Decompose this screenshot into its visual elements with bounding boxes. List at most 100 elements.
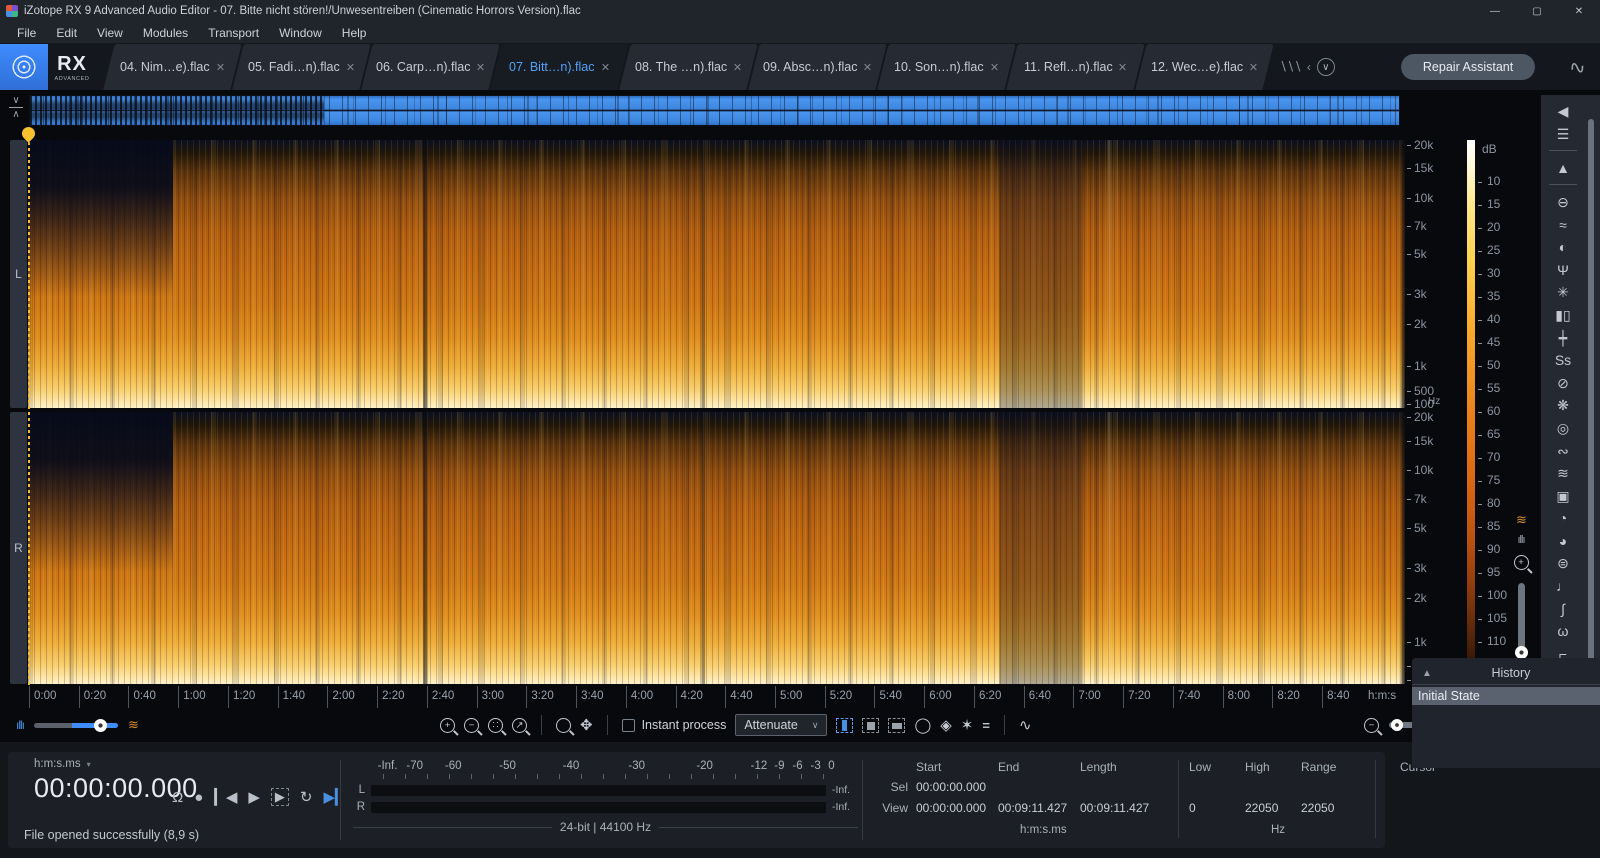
view-range-value[interactable]: 22050	[1301, 801, 1365, 822]
spectrogram-settings-icon[interactable]: ≋	[1516, 513, 1527, 526]
tab-scroll-left-icon[interactable]: ‹	[1307, 60, 1311, 74]
collapse-up-icon[interactable]: ∧	[12, 110, 19, 120]
menu-help[interactable]: Help	[333, 24, 376, 42]
repair-assistant-button[interactable]: Repair Assistant	[1400, 54, 1536, 80]
rx-monitor-icon[interactable]: ▲	[1556, 160, 1570, 176]
vertical-zoom-slider[interactable]	[1514, 583, 1528, 659]
left-channel-strip[interactable]: L	[10, 140, 27, 408]
hand-tool-icon[interactable]: ✥	[580, 716, 593, 734]
file-tab[interactable]: 05. Fadi…n).flac ✕	[232, 44, 371, 90]
fade-icon[interactable]: ∫	[1561, 601, 1565, 617]
file-tab[interactable]: 12. Wec…e).flac ✕	[1135, 44, 1274, 90]
de-crackle-icon[interactable]: ❋	[1557, 397, 1569, 413]
file-tab[interactable]: 08. The …n).flac ✕	[619, 44, 758, 90]
view-start-value[interactable]: 00:00:00.000	[916, 801, 998, 822]
monitor-icon[interactable]: Ω	[172, 789, 183, 806]
sel-start-value[interactable]: 00:00:00.000	[916, 780, 998, 801]
menu-view[interactable]: View	[88, 24, 132, 42]
tab-list-chevron-icon[interactable]: ∨	[1316, 58, 1335, 76]
history-collapse-icon[interactable]: ▲	[1422, 668, 1432, 679]
time-format-selector[interactable]: h:m:s.ms ▾	[34, 758, 198, 770]
horizontal-zoom-out-icon[interactable]: −	[1364, 717, 1379, 733]
dialogue-de-reverb-icon[interactable]: ◕	[1559, 533, 1567, 549]
zoom-in-icon[interactable]: +	[440, 717, 455, 733]
guitar-de-noise-icon[interactable]: ♩	[1556, 578, 1570, 594]
dialogue-contour-icon[interactable]: ◔	[1559, 510, 1567, 526]
lasso-selection-tool[interactable]: ◯	[914, 716, 931, 734]
sel-end-value[interactable]	[998, 780, 1080, 801]
breath-control-icon[interactable]: ∾	[1557, 443, 1569, 459]
waveform-view-icon[interactable]: ıllı	[1518, 534, 1526, 546]
de-rustle-icon[interactable]: ≈	[1559, 217, 1567, 233]
spectral-de-noise-icon[interactable]: ✳	[1557, 284, 1569, 300]
menu-file[interactable]: File	[8, 24, 45, 42]
module-list-icon[interactable]: ☰	[1557, 126, 1570, 142]
file-tab[interactable]: 06. Carp…n).flac ✕	[361, 44, 500, 90]
de-hum-icon[interactable]: ⊘	[1557, 375, 1569, 391]
minimize-button[interactable]: —	[1474, 0, 1516, 22]
tab-close-icon[interactable]: ✕	[990, 61, 999, 74]
waveform-overview[interactable]	[29, 95, 1400, 126]
collapse-panel-icon[interactable]: ◀	[1558, 103, 1569, 119]
tab-close-icon[interactable]: ✕	[1118, 61, 1127, 74]
time-ruler[interactable]: 0:00 0:20 0:40 1:00 1:20 1:40 2:00 2:20 …	[29, 686, 1400, 708]
file-tab[interactable]: 07. Bitt…n).flac ✕	[490, 44, 629, 90]
file-tab[interactable]: 10. Son…n).flac ✕	[877, 44, 1016, 90]
amplitude-colorbar[interactable]	[1467, 140, 1475, 686]
divider[interactable]	[1003, 715, 1005, 735]
collapse-down-icon[interactable]: ∨	[12, 96, 19, 106]
play-to-end-icon[interactable]: ▶▎	[323, 788, 346, 806]
divider[interactable]	[541, 715, 542, 735]
right-channel-strip[interactable]: R	[10, 412, 27, 684]
divider[interactable]	[1549, 184, 1577, 186]
waveform-spectrogram-blend-slider[interactable]	[34, 718, 118, 732]
zoom-fit-icon[interactable]: ↗	[512, 717, 527, 733]
file-tab[interactable]: 11. Refl…n).flac ✕	[1006, 44, 1145, 90]
voice-de-noise-icon[interactable]: Ψ	[1557, 262, 1569, 278]
view-low-value[interactable]: 0	[1189, 801, 1245, 822]
tab-close-icon[interactable]: ✕	[733, 61, 742, 74]
de-plosive-icon[interactable]: ⊖	[1557, 194, 1569, 210]
spectrogram-left-channel[interactable]	[28, 140, 1405, 408]
menu-modules[interactable]: Modules	[134, 24, 197, 42]
record-icon[interactable]: ●	[194, 789, 203, 806]
tab-close-icon[interactable]: ✕	[1249, 61, 1258, 74]
brush-selection-tool[interactable]: ◈	[940, 716, 952, 734]
signature-icon[interactable]: ∿	[1567, 53, 1589, 81]
tab-close-icon[interactable]: ✕	[346, 61, 355, 74]
play-icon[interactable]: ▶	[248, 788, 260, 806]
mouth-de-click-icon[interactable]: ω	[1558, 623, 1569, 639]
playhead-line[interactable]	[28, 130, 30, 686]
close-button[interactable]: ✕	[1558, 0, 1600, 22]
file-tab[interactable]: 04. Nim…e).flac ✕	[103, 44, 242, 90]
divider[interactable]	[1549, 150, 1577, 152]
divider[interactable]	[606, 715, 608, 735]
magic-wand-tool[interactable]: ✶	[961, 716, 974, 734]
tab-close-icon[interactable]: ✕	[863, 61, 872, 74]
spectrogram-right-channel[interactable]	[28, 412, 1405, 684]
history-item[interactable]: Initial State	[1412, 687, 1600, 705]
zoom-out-icon[interactable]: −	[464, 717, 479, 733]
tab-close-icon[interactable]: ✕	[476, 61, 485, 74]
find-similar-tool[interactable]: =	[982, 718, 990, 733]
waveform-blend-icon[interactable]: ıllı	[16, 718, 25, 732]
magnifier-tool-icon[interactable]	[556, 717, 571, 733]
sel-low-value[interactable]	[1189, 780, 1245, 801]
module-dropdown[interactable]: Attenuate ∨	[735, 714, 828, 736]
sel-high-value[interactable]	[1245, 780, 1301, 801]
draw-curve-tool[interactable]: ∿	[1019, 716, 1032, 734]
de-click-icon[interactable]: ┿	[1559, 330, 1567, 346]
de-wind-icon[interactable]: ≋	[1557, 465, 1569, 481]
plugin-icon[interactable]: ▣	[1556, 488, 1569, 504]
sel-range-value[interactable]	[1301, 780, 1365, 801]
frequency-selection-tool[interactable]	[888, 717, 906, 733]
sel-length-value[interactable]	[1080, 780, 1168, 801]
menu-edit[interactable]: Edit	[47, 24, 86, 42]
go-to-start-icon[interactable]: ▎◀	[214, 788, 237, 806]
loop-icon[interactable]: ↻	[300, 788, 313, 806]
overview-collapse-control[interactable]: ∨ ∧	[6, 96, 26, 120]
tab-close-icon[interactable]: ✕	[601, 61, 610, 74]
de-ess-icon[interactable]: Ss	[1555, 352, 1571, 368]
spectrogram-blend-icon[interactable]: ≋	[128, 718, 139, 731]
menu-transport[interactable]: Transport	[199, 24, 268, 42]
